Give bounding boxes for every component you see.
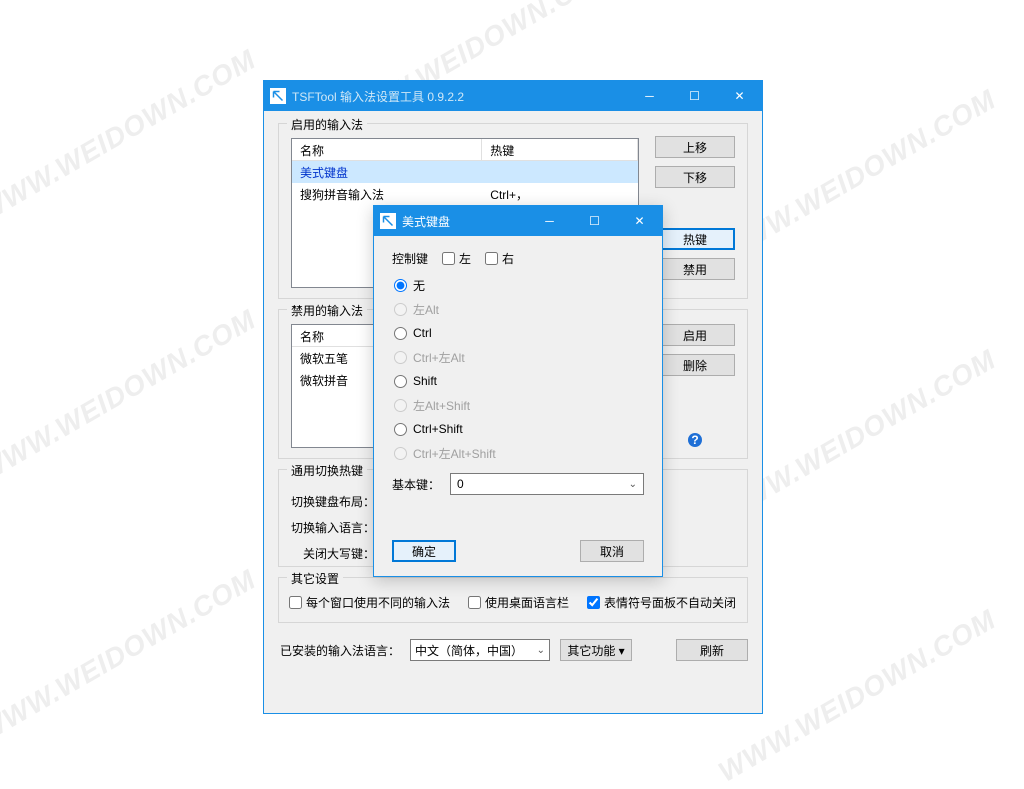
radio-leftalt-shift: 左Alt+Shift <box>394 393 644 417</box>
app-icon <box>380 213 396 229</box>
enable-button[interactable]: 启用 <box>655 324 735 346</box>
right-checkbox[interactable]: 右 <box>485 250 514 267</box>
minimize-button[interactable]: ─ <box>627 81 672 111</box>
table-row[interactable]: 美式键盘 <box>292 161 638 183</box>
ok-button[interactable]: 确定 <box>392 540 456 562</box>
disable-button[interactable]: 禁用 <box>655 258 735 280</box>
installed-label: 已安装的输入法语言： <box>280 642 400 659</box>
refresh-button[interactable]: 刷新 <box>676 639 748 661</box>
radio-ctrl[interactable]: Ctrl <box>394 321 644 345</box>
dialog-maximize-button[interactable]: ☐ <box>572 206 617 236</box>
dialog-minimize-button[interactable]: ─ <box>527 206 572 236</box>
move-down-button[interactable]: 下移 <box>655 166 735 188</box>
dialog-title: 美式键盘 <box>402 213 527 230</box>
svg-text:?: ? <box>691 433 698 447</box>
main-title: TSFTool 输入法设置工具 0.9.2.2 <box>292 88 627 105</box>
hotkey-dialog: 美式键盘 ─ ☐ ✕ 控制键 左 右 无 左Alt Ctrl Ctrl+左Alt… <box>373 205 663 577</box>
cancel-button[interactable]: 取消 <box>580 540 644 562</box>
basic-key-combo[interactable]: 0⌄ <box>450 473 644 495</box>
col-name[interactable]: 名称 <box>292 139 482 160</box>
radio-ctrl-shift[interactable]: Ctrl+Shift <box>394 417 644 441</box>
ctrl-key-label: 控制键 <box>392 250 428 267</box>
close-button[interactable]: ✕ <box>717 81 762 111</box>
radio-leftalt: 左Alt <box>394 297 644 321</box>
help-icon[interactable]: ? <box>687 432 703 448</box>
disabled-group-label: 禁用的输入法 <box>287 302 367 319</box>
maximize-button[interactable]: ☐ <box>672 81 717 111</box>
main-titlebar[interactable]: TSFTool 输入法设置工具 0.9.2.2 ─ ☐ ✕ <box>264 81 762 111</box>
hotkey-group-label: 通用切换热键 <box>287 462 367 479</box>
app-icon <box>270 88 286 104</box>
enabled-group-label: 启用的输入法 <box>287 116 367 133</box>
other-group-label: 其它设置 <box>287 570 343 587</box>
modifier-radio-group: 无 左Alt Ctrl Ctrl+左Alt Shift 左Alt+Shift C… <box>394 273 644 465</box>
radio-ctrl-leftalt-shift: Ctrl+左Alt+Shift <box>394 441 644 465</box>
hotkey-button[interactable]: 热键 <box>655 228 735 250</box>
table-row[interactable]: 搜狗拼音输入法 Ctrl+， <box>292 183 638 205</box>
radio-none[interactable]: 无 <box>394 273 644 297</box>
per-window-ime-checkbox[interactable]: 每个窗口使用不同的输入法 <box>289 594 450 611</box>
emoji-panel-checkbox[interactable]: 表情符号面板不自动关闭 <box>587 594 736 611</box>
desktop-langbar-checkbox[interactable]: 使用桌面语言栏 <box>468 594 569 611</box>
chevron-down-icon: ⌄ <box>629 479 637 490</box>
basic-key-label: 基本键： <box>392 476 440 493</box>
radio-ctrl-leftalt: Ctrl+左Alt <box>394 345 644 369</box>
left-checkbox[interactable]: 左 <box>442 250 471 267</box>
language-combo[interactable]: 中文（简体，中国）⌄ <box>410 639 550 661</box>
delete-button[interactable]: 删除 <box>655 354 735 376</box>
dialog-close-button[interactable]: ✕ <box>617 206 662 236</box>
col-hotkey[interactable]: 热键 <box>482 139 638 160</box>
other-settings-group: 其它设置 每个窗口使用不同的输入法 使用桌面语言栏 表情符号面板不自动关闭 <box>278 577 748 623</box>
dialog-titlebar[interactable]: 美式键盘 ─ ☐ ✕ <box>374 206 662 236</box>
other-functions-button[interactable]: 其它功能 ▾ <box>560 639 632 661</box>
move-up-button[interactable]: 上移 <box>655 136 735 158</box>
chevron-down-icon: ⌄ <box>537 645 545 656</box>
radio-shift[interactable]: Shift <box>394 369 644 393</box>
